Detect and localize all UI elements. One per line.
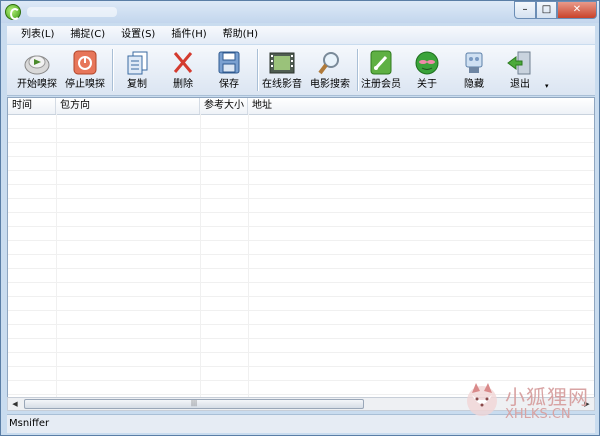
scroll-grip-icon: |||: [190, 400, 198, 407]
column-header-size[interactable]: 参考大小: [200, 98, 248, 114]
grid-row-line: [8, 324, 594, 325]
grid-row-line: [8, 282, 594, 283]
app-window: – □ ✕ 列表(L) 捕捉(C) 设置(S) 插件(H) 帮助(H) 开始嗅探: [0, 0, 600, 436]
movie-search-label: 电影搜索: [310, 79, 350, 90]
watermark: 小狐狸网 XHLKS.CN: [465, 379, 595, 429]
hide-label: 隐藏: [464, 79, 484, 90]
start-sniff-button[interactable]: 开始嗅探: [13, 48, 61, 92]
about-icon: [415, 51, 439, 75]
register-button[interactable]: 注册会员: [357, 48, 405, 92]
hide-icon: [465, 52, 483, 73]
maximize-button[interactable]: □: [536, 1, 557, 19]
start-sniff-label: 开始嗅探: [17, 79, 57, 90]
packet-list[interactable]: 时间 包方向 参考大小 地址: [7, 97, 595, 399]
register-icon: [370, 50, 392, 75]
start-sniff-icon: [24, 55, 50, 75]
blurred-title: [27, 7, 117, 17]
grid-row-line: [8, 296, 594, 297]
grid-row-line: [8, 128, 594, 129]
delete-icon: [173, 52, 193, 73]
grid-row-line: [8, 366, 594, 367]
list-header: 时间 包方向 参考大小 地址: [8, 98, 594, 115]
grid-row-line: [8, 142, 594, 143]
column-header-time[interactable]: 时间: [8, 98, 56, 114]
grid-column-line: [248, 114, 249, 398]
menu-help[interactable]: 帮助(H): [215, 26, 266, 44]
grid-row-line: [8, 212, 594, 213]
online-video-button[interactable]: 在线影音: [258, 48, 306, 92]
magnifier-icon: [318, 52, 339, 75]
copy-label: 复制: [127, 79, 147, 90]
maximize-icon: □: [541, 4, 552, 15]
menu-plugins[interactable]: 插件(H): [163, 26, 214, 44]
exit-icon: [507, 51, 531, 75]
app-logo-icon[interactable]: [5, 4, 21, 20]
about-button[interactable]: 关于: [403, 48, 451, 92]
stop-sniff-label: 停止嗅探: [65, 79, 105, 90]
save-button[interactable]: 保存: [205, 48, 253, 92]
close-icon: ✕: [572, 4, 582, 15]
grid-row-line: [8, 156, 594, 157]
close-button[interactable]: ✕: [557, 1, 597, 19]
movie-search-button[interactable]: 电影搜索: [306, 48, 354, 92]
toolbar-overflow-icon[interactable]: ▾: [545, 82, 549, 90]
stop-sniff-icon: [73, 50, 97, 75]
grid-row-line: [8, 310, 594, 311]
minimize-button[interactable]: –: [514, 1, 536, 19]
grid-row-line: [8, 268, 594, 269]
column-header-address[interactable]: 地址: [248, 98, 594, 114]
stop-sniff-button[interactable]: 停止嗅探: [61, 48, 109, 92]
save-label: 保存: [219, 79, 239, 90]
exit-button[interactable]: 退出: [496, 48, 544, 92]
grid-column-line: [200, 114, 201, 398]
menu-settings[interactable]: 设置(S): [113, 26, 163, 44]
status-text: Msniffer: [9, 418, 50, 429]
grid-column-line: [56, 114, 57, 398]
grid-row-line: [8, 254, 594, 255]
grid-row-line: [8, 240, 594, 241]
scroll-thumb[interactable]: |||: [24, 399, 364, 409]
minimize-icon: –: [522, 4, 528, 15]
grid-row-line: [8, 184, 594, 185]
watermark-text-en: XHLKS.CN: [505, 407, 571, 422]
grid-row-line: [8, 198, 594, 199]
online-video-label: 在线影音: [262, 79, 302, 90]
column-header-direction[interactable]: 包方向: [56, 98, 200, 114]
delete-label: 删除: [173, 79, 193, 90]
register-label: 注册会员: [361, 79, 401, 90]
delete-button[interactable]: 删除: [159, 48, 207, 92]
save-icon: [218, 51, 240, 74]
grid-row-line: [8, 352, 594, 353]
about-label: 关于: [417, 79, 437, 90]
watermark-text-cn: 小狐狸网: [505, 385, 589, 409]
copy-icon: [127, 51, 148, 75]
copy-button[interactable]: 复制: [113, 48, 161, 92]
grid-row-line: [8, 170, 594, 171]
scroll-left-icon[interactable]: ◀: [8, 398, 22, 410]
menu-bar: 列表(L) 捕捉(C) 设置(S) 插件(H) 帮助(H): [7, 26, 595, 44]
toolbar: 开始嗅探 停止嗅探 复制 删除 保存 在线影音 电影搜索 注册会员 关于 隐藏 …: [7, 45, 595, 96]
menu-capture[interactable]: 捕捉(C): [62, 26, 113, 44]
hide-button[interactable]: 隐藏: [450, 48, 498, 92]
exit-label: 退出: [510, 79, 530, 90]
menu-list[interactable]: 列表(L): [7, 26, 62, 44]
grid-row-line: [8, 338, 594, 339]
film-icon: [269, 52, 295, 74]
grid-row-line: [8, 226, 594, 227]
fox-logo: [467, 383, 497, 416]
title-bar: – □ ✕: [1, 1, 599, 23]
